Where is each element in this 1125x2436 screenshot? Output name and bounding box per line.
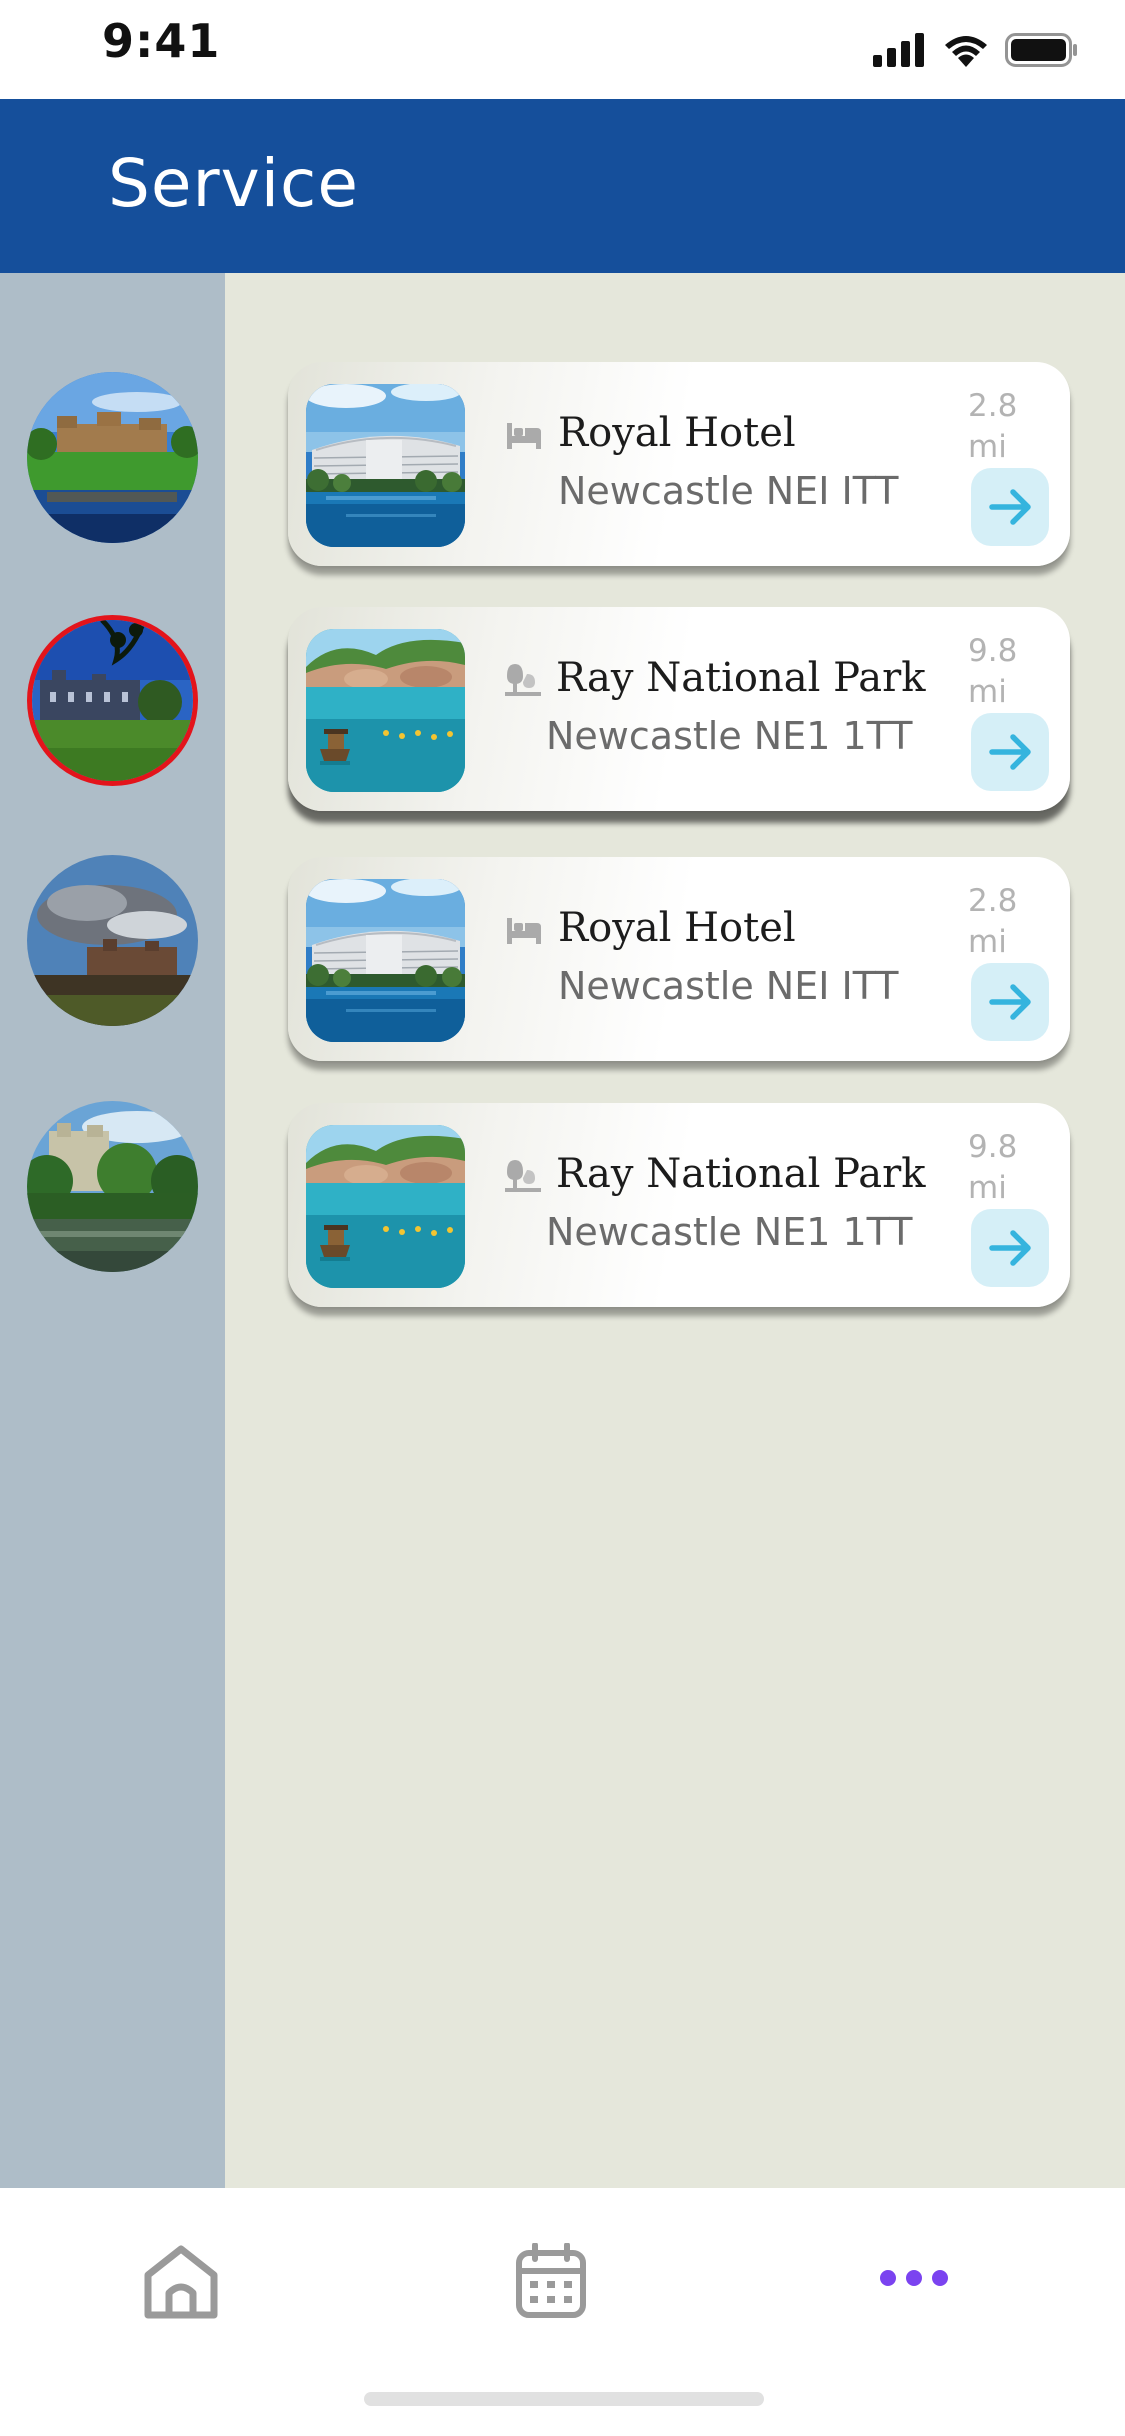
- bed-icon: [505, 912, 543, 948]
- card-address: Newcastle NEI ITT: [558, 469, 899, 513]
- sidebar-thumbnail-selected[interactable]: [27, 615, 198, 786]
- card-address: Newcastle NEI ITT: [558, 964, 899, 1008]
- tab-home[interactable]: [140, 2243, 222, 2328]
- card-address: Newcastle NE1 1TT: [546, 1210, 913, 1254]
- lake-image: [306, 629, 465, 792]
- battery-icon: [1005, 32, 1079, 72]
- arrow-right-icon: [989, 1230, 1031, 1266]
- place-card[interactable]: Royal Hotel Newcastle NEI ITT 2.8 mi: [288, 857, 1070, 1061]
- castle-image: [27, 372, 198, 543]
- distance-value: 2.8: [968, 883, 1018, 919]
- status-time: 9:41: [102, 14, 221, 68]
- status-bar: 9:41: [0, 0, 1125, 99]
- hotel-image: [306, 879, 465, 1042]
- card-distance: 2.8 mi: [968, 881, 1028, 963]
- arrow-right-icon: [989, 734, 1031, 770]
- sidebar-thumbnail[interactable]: [27, 1101, 198, 1272]
- distance-value: 2.8: [968, 388, 1018, 424]
- card-distance: 2.8 mi: [968, 386, 1028, 468]
- castle-image: [27, 855, 198, 1026]
- distance-unit: mi: [968, 429, 1007, 465]
- tree-icon: [505, 662, 543, 698]
- more-icon: [880, 2270, 948, 2286]
- tree-icon: [505, 1158, 543, 1194]
- card-title: Ray National Park: [556, 655, 926, 701]
- home-icon: [144, 2245, 218, 2319]
- tab-calendar[interactable]: [515, 2242, 587, 2324]
- place-card[interactable]: Ray National Park Newcastle NE1 1TT 9.8 …: [288, 607, 1070, 811]
- distance-value: 9.8: [968, 1129, 1018, 1165]
- distance-unit: mi: [968, 674, 1007, 710]
- wifi-icon: [943, 33, 989, 72]
- castle-image: [27, 1101, 198, 1272]
- home-indicator: [364, 2392, 764, 2406]
- card-title: Ray National Park: [556, 1151, 926, 1197]
- lake-image: [306, 1125, 465, 1288]
- distance-value: 9.8: [968, 633, 1018, 669]
- sidebar-thumbnail[interactable]: [27, 855, 198, 1026]
- card-address: Newcastle NE1 1TT: [546, 714, 913, 758]
- calendar-icon: [516, 2242, 586, 2318]
- place-card[interactable]: Ray National Park Newcastle NE1 1TT 9.8 …: [288, 1103, 1070, 1307]
- arrow-right-icon: [989, 489, 1031, 525]
- go-button[interactable]: [971, 963, 1049, 1041]
- distance-unit: mi: [968, 924, 1007, 960]
- card-title: Royal Hotel: [558, 905, 796, 951]
- tab-more[interactable]: [878, 2266, 950, 2295]
- bed-icon: [505, 417, 543, 453]
- go-button[interactable]: [971, 468, 1049, 546]
- card-distance: 9.8 mi: [968, 1127, 1028, 1209]
- header-bar: Service: [0, 99, 1125, 273]
- go-button[interactable]: [971, 1209, 1049, 1287]
- status-icons: [873, 32, 1079, 72]
- manor-image: [32, 620, 193, 781]
- signal-icon: [873, 32, 927, 72]
- card-distance: 9.8 mi: [968, 631, 1028, 713]
- go-button[interactable]: [971, 713, 1049, 791]
- arrow-right-icon: [989, 984, 1031, 1020]
- page-title: Service: [108, 145, 359, 222]
- hotel-image: [306, 384, 465, 547]
- distance-unit: mi: [968, 1170, 1007, 1206]
- place-card[interactable]: Royal Hotel Newcastle NEI ITT 2.8 mi: [288, 362, 1070, 566]
- sidebar-thumbnail[interactable]: [27, 372, 198, 543]
- card-title: Royal Hotel: [558, 410, 796, 456]
